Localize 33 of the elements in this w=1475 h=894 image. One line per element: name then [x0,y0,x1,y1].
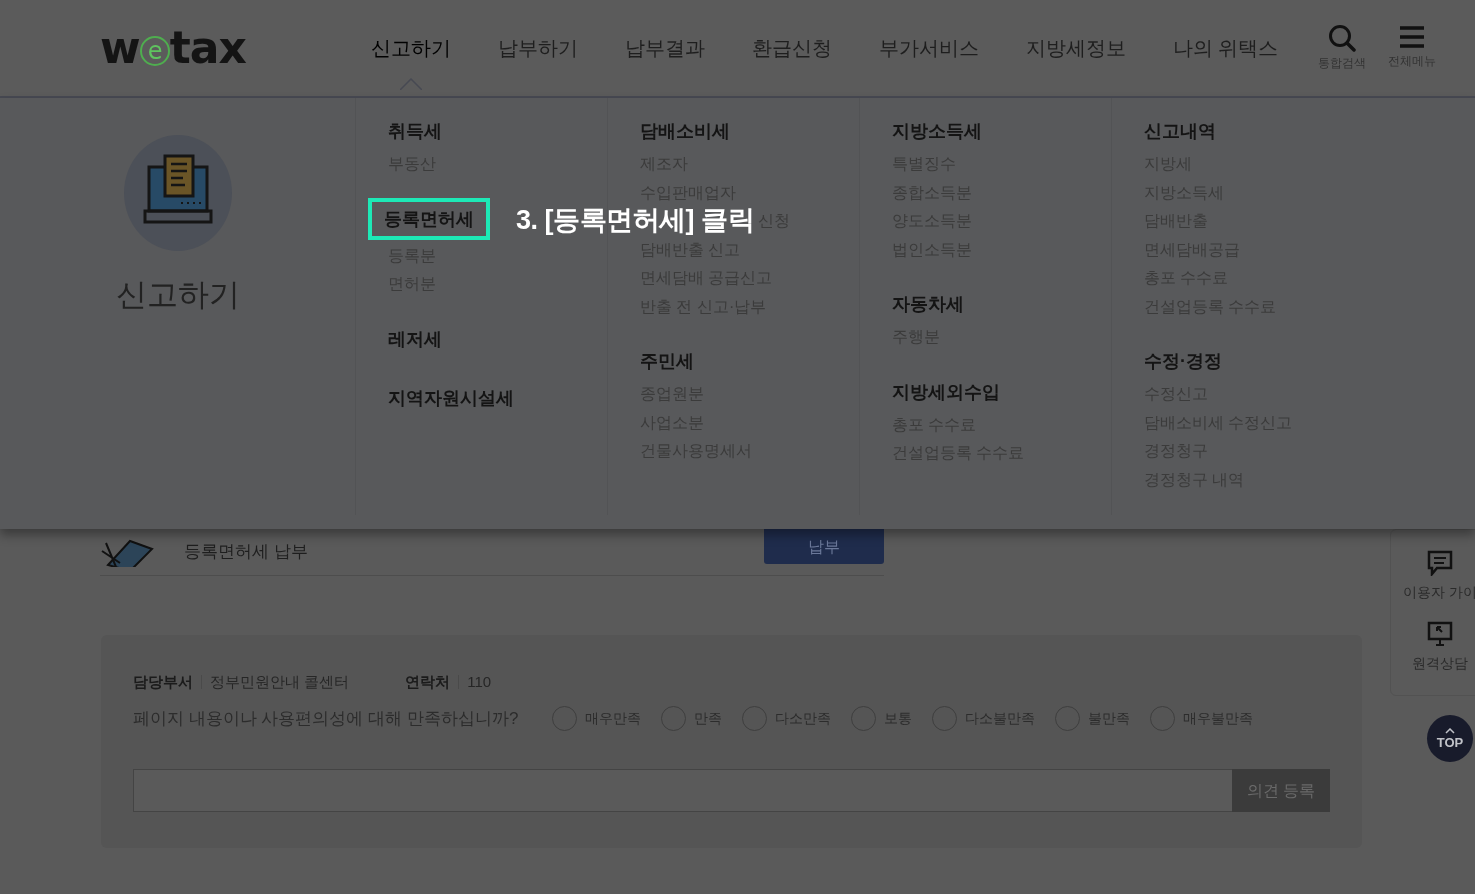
nav-item[interactable]: 지방세정보 [1025,33,1126,63]
pay-button[interactable]: 납부 [764,529,884,564]
step-annotation: 3. [등록면허세] 클릭 [516,204,754,237]
nav-item[interactable]: 납부하기 [497,33,578,63]
nav-item[interactable]: 환급신청 [751,33,832,63]
menu-heading[interactable]: 취득세 [388,118,442,144]
laptop-document-icon [122,134,233,252]
menu-heading[interactable]: 신고내역 [1144,118,1216,144]
logo[interactable]: w e tax [100,26,246,70]
menu-heading[interactable]: 주민세 [640,348,694,374]
chat-icon [1427,550,1453,576]
menu-icon [1399,24,1426,50]
menu-heading[interactable]: 담배소비세 [640,118,730,144]
menu-heading[interactable]: 레저세 [388,325,442,352]
nav-item[interactable]: 신고하기 [370,33,451,63]
contact-label: 연락처 [405,672,451,692]
menu-title: 신고하기 [115,276,240,314]
menu-heading[interactable]: 수정·경정 [1144,348,1222,374]
nav-item[interactable]: 나의 위택스 [1172,33,1279,63]
monitor-icon [1427,621,1453,647]
menu-heading[interactable]: 지방소득세 [892,118,982,144]
menu-heading[interactable]: 지방세외수입 [892,378,1000,405]
top-button[interactable]: TOP [1427,715,1473,762]
search-icon [1328,24,1357,52]
menu-heading[interactable]: 자동차세 [892,291,964,317]
caret-up-icon [1445,728,1455,734]
department-label: 담당부서 [133,672,193,692]
card-icon [100,537,154,567]
payment-label: 등록면허세 납부 [184,541,308,564]
comment-field[interactable] [133,769,1232,812]
nav-item[interactable]: 납부결과 [624,33,705,63]
menu-heading[interactable]: 지역자원시설세 [388,384,514,411]
nav-item[interactable]: 부가서비스 [878,33,979,63]
